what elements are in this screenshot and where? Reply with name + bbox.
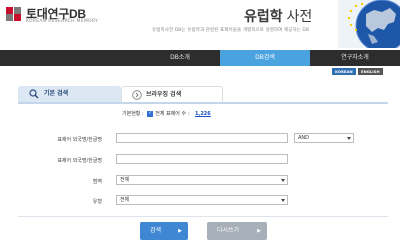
tab-basic-search-label: 기본 검색	[44, 90, 69, 97]
logo-subtitle: KOREAN RESEARCH MEMORY	[26, 19, 99, 24]
lang-english-button[interactable]: ENGLISH	[358, 68, 383, 75]
nav-item-db-intro[interactable]: DB소개	[140, 50, 220, 66]
checkbox-icon[interactable]: ✓	[147, 110, 154, 117]
search-button-label: 검색	[150, 227, 162, 234]
stats-count-link[interactable]: 1,226	[195, 111, 211, 117]
divider	[18, 216, 388, 217]
reset-button[interactable]: 다시쓰기 ▶	[207, 222, 267, 240]
chevron-right-icon	[132, 90, 142, 100]
scope-label: 범역	[92, 179, 102, 185]
logo-icon[interactable]	[6, 7, 22, 21]
page-title-rest: 사전	[282, 8, 313, 24]
chevron-down-icon	[281, 199, 285, 202]
page-title-bold: 유럽학	[244, 8, 283, 24]
site-header: 토대연구DB KOREAN RESEARCH MEMORY 유럽학 사전 유럽학…	[0, 0, 400, 48]
lang-korean-button[interactable]: KOREAN	[332, 68, 356, 75]
tab-basic-search[interactable]: 기본 검색	[18, 86, 121, 102]
scope-value: 전체	[120, 177, 130, 183]
chevron-down-icon	[281, 179, 285, 182]
search-icon	[29, 89, 39, 99]
search-button[interactable]: 검색 ▶	[140, 222, 188, 240]
arrow-right-icon: ▶	[178, 228, 182, 234]
headword-input-1[interactable]	[116, 133, 288, 143]
nav-item-researchers[interactable]: 연구자소개	[310, 50, 400, 66]
main-nav: DB소개 DB검색 연구자소개	[0, 50, 400, 66]
operator-select[interactable]: AND	[294, 133, 354, 143]
nav-item-db-search[interactable]: DB검색	[220, 50, 310, 66]
scope-select[interactable]: 전체	[116, 175, 288, 185]
reset-button-label: 다시쓰기	[217, 227, 240, 234]
tab-browse-search[interactable]: 브라우징 검색	[121, 86, 223, 102]
tab-browse-search-label: 브라우징 검색	[146, 91, 182, 98]
type-label: 유형	[92, 199, 102, 205]
operator-value: AND	[298, 135, 310, 141]
type-select[interactable]: 전체	[116, 195, 288, 205]
chevron-down-icon	[347, 137, 351, 140]
arrow-right-icon: ▶	[257, 228, 261, 234]
stats-label: 기본현황 :	[122, 111, 144, 117]
headword-label-2: 표제어 외국명/한글명	[57, 158, 102, 164]
headword-label-1: 표제어 외국명/한글명	[57, 137, 102, 143]
stats-check-text: 전체 표제어 수 :	[155, 111, 190, 117]
headword-input-2[interactable]	[116, 154, 288, 164]
stats-line: 기본현황 : ✓ 전체 표제어 수 : 1,226	[122, 110, 211, 117]
site-description: 유럽학사전 DB는 유럽학과 관련된 표제어들을 개별적으로 설명하여 제공하는…	[152, 28, 310, 33]
type-value: 전체	[120, 197, 130, 203]
search-tabs: 기본 검색 브라우징 검색	[18, 86, 388, 102]
globe-image	[338, 0, 400, 48]
page-title: 유럽학 사전	[244, 6, 312, 26]
